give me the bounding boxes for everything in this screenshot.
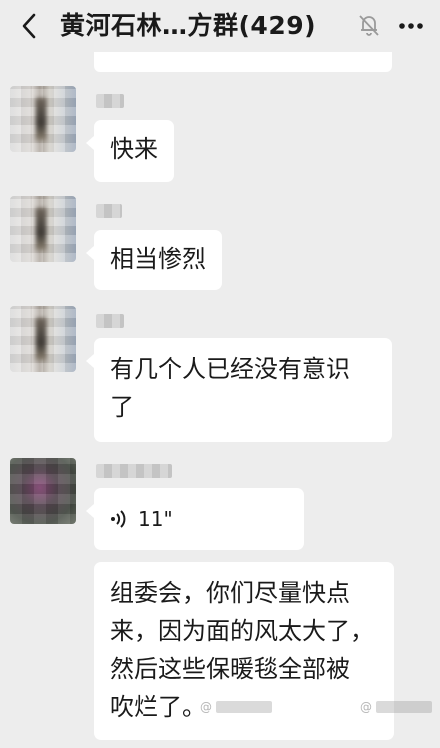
chat-header: 黄河石林…方群(429) (0, 0, 440, 52)
watermark-text-blurred (216, 701, 272, 713)
chat-title: 黄河石林…方群(429) (60, 11, 317, 40)
more-dots-icon[interactable] (396, 12, 426, 40)
sender-avatar[interactable] (10, 196, 76, 262)
message-bubble[interactable]: 有几个人已经没有意识 了 (86, 338, 392, 442)
message-text: 快来 (110, 135, 158, 163)
previous-message-bubble[interactable] (94, 52, 392, 72)
message-bubble[interactable]: 相当惨烈 (86, 230, 222, 290)
back-button[interactable] (14, 10, 44, 42)
watermark-text-blurred (376, 701, 432, 713)
sender-nickname (96, 314, 124, 328)
sender-nickname (96, 94, 124, 108)
message-text-line: 然后这些保暖毯全部被 (110, 655, 350, 683)
message-text-line: 了 (110, 393, 134, 421)
message-text: 相当惨烈 (110, 245, 206, 273)
voice-wave-icon (111, 510, 126, 528)
message-text-line: 来，因为面的风太大了， (110, 617, 374, 645)
sender-avatar[interactable] (10, 458, 76, 524)
watermark: @ (200, 700, 272, 714)
voice-message-bubble[interactable]: 11" (86, 488, 304, 550)
sender-nickname (96, 464, 172, 478)
sender-avatar[interactable] (10, 86, 76, 152)
message-text-line: 组委会，你们尽量快点 (110, 579, 350, 607)
watermark: @ (360, 700, 432, 714)
message-text-line: 有几个人已经没有意识 (110, 355, 350, 383)
message-bubble[interactable]: 快来 (86, 120, 174, 182)
bell-off-icon (359, 15, 379, 36)
chevron-left-icon (22, 13, 36, 39)
voice-message: 11" (110, 500, 173, 538)
sender-nickname (96, 204, 122, 218)
voice-duration: 11" (138, 507, 173, 531)
sender-avatar[interactable] (10, 306, 76, 372)
